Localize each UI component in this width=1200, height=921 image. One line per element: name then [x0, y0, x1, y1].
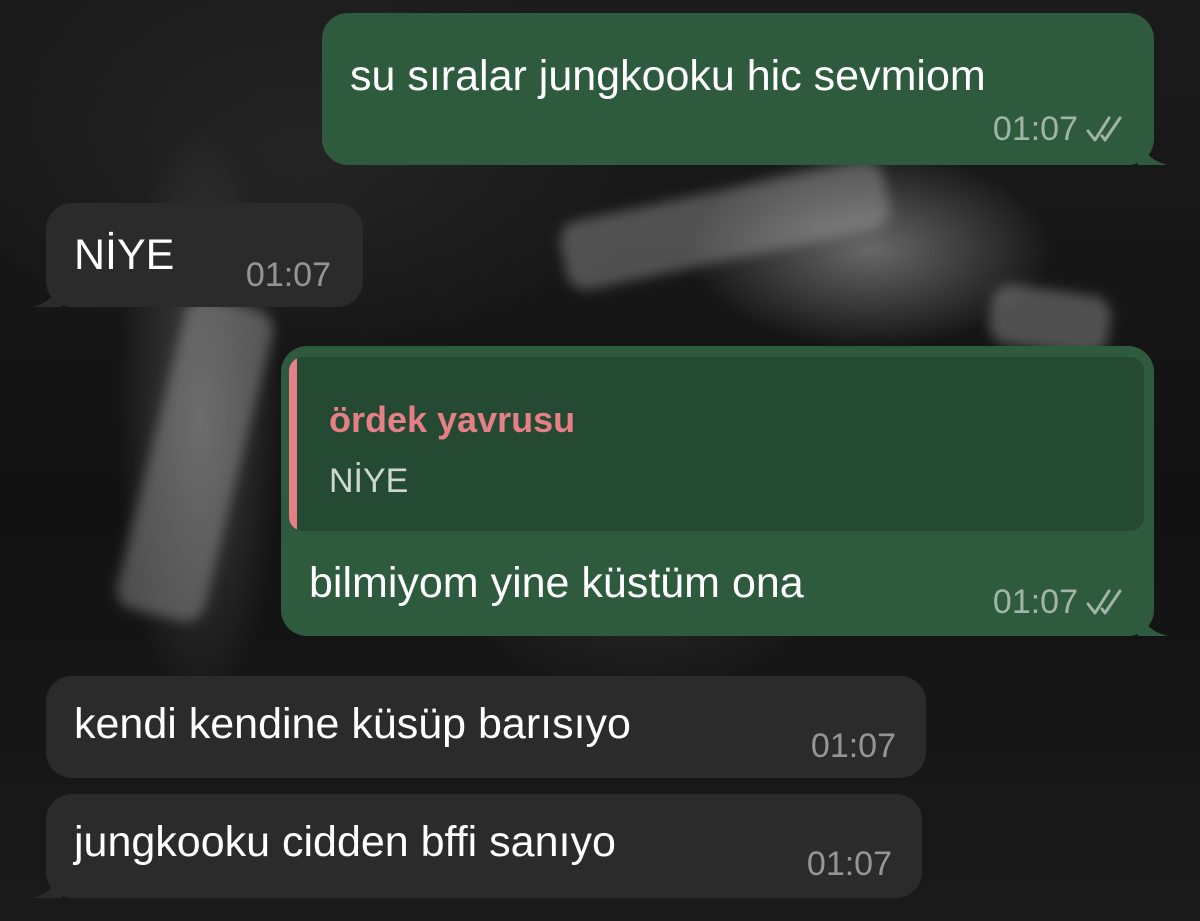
message-text: su sıralar jungkooku hic sevmiom	[350, 52, 986, 100]
message-time: 01:07	[245, 256, 331, 294]
message-bubble-outgoing[interactable]: ördek yavrusu NİYE bilmiyom yine küstüm …	[281, 346, 1168, 636]
bubble-tail	[1138, 139, 1168, 165]
reply-text: NİYE	[329, 462, 409, 500]
bubble-tail	[32, 872, 62, 898]
message-time: 01:07	[810, 727, 896, 765]
message-bubble-incoming[interactable]: jungkooku cidden bffi sanıyo 01:07	[32, 794, 922, 898]
wallpaper-highlight	[556, 156, 894, 294]
bubble-tail	[1138, 610, 1168, 636]
message-meta: 01:07	[993, 582, 1128, 622]
double-check-icon	[1086, 114, 1128, 144]
message-time: 01:07	[992, 110, 1078, 148]
message-meta: 01:07	[811, 726, 896, 766]
message-text: bilmiyom yine küstüm ona	[309, 559, 804, 607]
message-time: 01:07	[806, 845, 892, 883]
message-time: 01:07	[992, 583, 1078, 621]
message-bubble-outgoing[interactable]: su sıralar jungkooku hic sevmiom 01:07	[322, 13, 1168, 165]
reply-accent-bar	[289, 357, 297, 531]
message-text: kendi kendine küsüp barısıyo	[74, 700, 631, 748]
message-bubble-incoming[interactable]: NİYE 01:07	[32, 203, 363, 307]
message-bubble-incoming[interactable]: kendi kendine küsüp barısıyo 01:07	[46, 676, 926, 778]
wallpaper-highlight	[112, 293, 278, 627]
reply-author: ördek yavrusu	[329, 399, 576, 440]
quoted-reply[interactable]: ördek yavrusu NİYE	[289, 357, 1144, 531]
message-text: jungkooku cidden bffi sanıyo	[74, 818, 616, 866]
bubble-tail	[32, 281, 62, 307]
message-meta: 01:07	[807, 844, 892, 884]
message-meta: 01:07	[246, 255, 331, 295]
message-meta: 01:07	[993, 109, 1128, 149]
message-text: NİYE	[74, 231, 175, 279]
double-check-icon	[1086, 587, 1128, 617]
